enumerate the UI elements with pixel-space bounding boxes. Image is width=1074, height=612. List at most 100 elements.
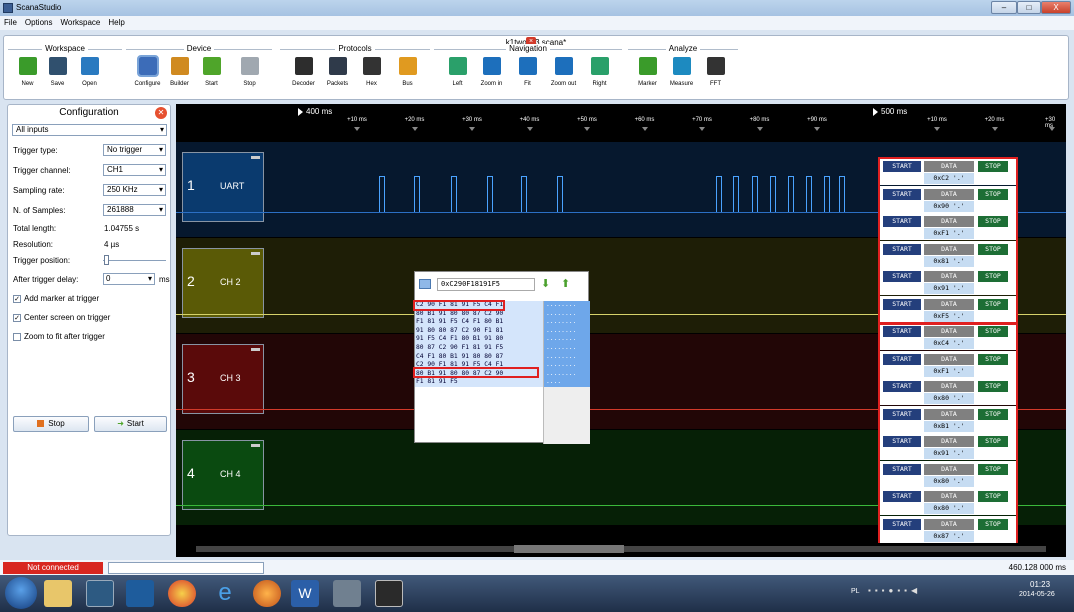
channel-number: 1 bbox=[187, 177, 195, 193]
scanastudio-taskbar-icon[interactable] bbox=[375, 580, 403, 607]
hex-row: 91 80 80 87 C2 90 F1 81 bbox=[415, 326, 543, 336]
configure-button[interactable]: Configure bbox=[132, 55, 163, 95]
inputs-select[interactable]: All inputs bbox=[12, 124, 167, 136]
left-button[interactable]: Left bbox=[442, 55, 473, 95]
add-marker-option[interactable]: ✓ Add marker at trigger bbox=[13, 294, 99, 303]
arrow-left-icon bbox=[448, 57, 467, 75]
menu-help[interactable]: Help bbox=[104, 16, 128, 29]
toolbar-button-label: Right bbox=[592, 81, 607, 87]
taskbar: e W PL ▪▪▪●▪▪◀ 01:23 2014-05-26 bbox=[0, 575, 1074, 612]
clock-date[interactable]: 2014-05-26 bbox=[1019, 591, 1055, 598]
time-tick-marker bbox=[584, 127, 590, 131]
save-button[interactable]: Save bbox=[42, 55, 73, 95]
fit-button[interactable]: Fit bbox=[512, 55, 543, 95]
app-icon bbox=[3, 3, 13, 13]
ie-icon[interactable]: e bbox=[211, 580, 239, 607]
trigger-channel-label: Trigger channel: bbox=[13, 166, 71, 175]
time-tick-marker bbox=[756, 127, 763, 131]
hex-address-field[interactable]: 0xC290F18191F5 bbox=[437, 278, 535, 291]
media-player-icon[interactable] bbox=[126, 580, 154, 607]
hex-up-arrow-icon[interactable]: ⬆ bbox=[561, 277, 570, 290]
add-marker-checkbox[interactable]: ✓ bbox=[13, 294, 21, 303]
packets-button[interactable]: Packets bbox=[322, 55, 353, 95]
hex-down-arrow-icon[interactable]: ⬇ bbox=[541, 277, 550, 290]
fft-button[interactable]: FFT bbox=[700, 55, 731, 95]
stop-button[interactable]: Stop bbox=[13, 416, 89, 432]
menu-workspace[interactable]: Workspace bbox=[56, 16, 104, 29]
group-label-navigation: Navigation bbox=[506, 44, 550, 53]
time-tick-label: +90 ms bbox=[807, 117, 827, 123]
stop-button[interactable]: Stop bbox=[234, 55, 265, 95]
firefox-icon[interactable] bbox=[253, 580, 281, 607]
hex-row: 80 87 C2 90 F1 81 91 F5 bbox=[415, 343, 543, 353]
toolbar-button-label: Open bbox=[82, 81, 97, 87]
channel-menu-icon[interactable] bbox=[251, 252, 260, 255]
arrow-right-icon bbox=[202, 57, 221, 75]
channel-label-2[interactable]: 2 CH 2 bbox=[182, 248, 264, 318]
ascii-row: ........ bbox=[544, 343, 590, 353]
hex-view-panel[interactable]: 0xC290F18191F5 ⬇ ⬆ C2 90 F1 81 91 F5 C4 … bbox=[413, 271, 590, 444]
channel-menu-icon[interactable] bbox=[251, 348, 260, 351]
scroll-thumb[interactable] bbox=[514, 545, 624, 553]
menu-options[interactable]: Options bbox=[21, 16, 57, 29]
after-delay-input[interactable]: 0 bbox=[103, 273, 155, 285]
time-tick-label: +10 ms bbox=[347, 117, 367, 123]
toolbar-button-label: Zoom in bbox=[480, 81, 503, 87]
sampling-rate-select[interactable]: 250 KHz bbox=[103, 184, 166, 196]
channel-label-3[interactable]: 3 CH 3 bbox=[182, 344, 264, 414]
ascii-row: ........ bbox=[544, 326, 590, 336]
trigger-type-label: Trigger type: bbox=[13, 146, 58, 155]
measure-button[interactable]: Measure bbox=[666, 55, 697, 95]
uart-pulse bbox=[451, 176, 457, 212]
trigger-type-select[interactable]: No trigger bbox=[103, 144, 166, 156]
channel-label-4[interactable]: 4 CH 4 bbox=[182, 440, 264, 510]
trigger-channel-select[interactable]: CH1 bbox=[103, 164, 166, 176]
time-tick-marker bbox=[469, 127, 475, 131]
zoom-in-button[interactable]: Zoom in bbox=[476, 55, 507, 95]
packets-icon bbox=[328, 57, 347, 75]
word-icon[interactable]: W bbox=[291, 580, 319, 607]
right-button[interactable]: Right bbox=[584, 55, 615, 95]
sampling-rate-label: Sampling rate: bbox=[13, 186, 65, 195]
explorer-icon[interactable] bbox=[44, 580, 72, 607]
time-tick-marker bbox=[526, 127, 533, 131]
zoom-fit-checkbox[interactable] bbox=[13, 332, 21, 341]
hex-button[interactable]: Hex bbox=[356, 55, 387, 95]
close-config-icon[interactable]: ✕ bbox=[155, 107, 167, 119]
zoom-out-button[interactable]: Zoom out bbox=[548, 55, 579, 95]
samples-select[interactable]: 261888 bbox=[103, 204, 166, 216]
start-menu-button[interactable] bbox=[5, 577, 37, 609]
open-button[interactable]: Open bbox=[74, 55, 105, 95]
clock-time[interactable]: 01:23 bbox=[1030, 580, 1050, 589]
minimize-button[interactable]: – bbox=[991, 1, 1017, 14]
uart-pulse bbox=[557, 176, 563, 212]
toolbar-button-label: Hex bbox=[366, 81, 377, 87]
language-indicator[interactable]: PL bbox=[851, 588, 860, 595]
menu-file[interactable]: File bbox=[0, 16, 21, 29]
center-screen-option[interactable]: ✓ Center screen on trigger bbox=[13, 313, 110, 322]
horizontal-scrollbar[interactable] bbox=[176, 543, 1066, 555]
tray-icons[interactable]: ▪▪▪●▪▪◀ bbox=[868, 586, 921, 595]
new-button[interactable]: New bbox=[12, 55, 43, 95]
group-label-workspace: Workspace bbox=[42, 44, 88, 53]
tool-icon[interactable] bbox=[333, 580, 361, 607]
close-button[interactable]: X bbox=[1041, 1, 1071, 14]
decoder-button[interactable]: Decoder bbox=[288, 55, 319, 95]
channel-menu-icon[interactable] bbox=[251, 156, 260, 159]
slider-handle[interactable] bbox=[104, 255, 109, 265]
channel-menu-icon[interactable] bbox=[251, 444, 260, 447]
zoom-fit-option[interactable]: Zoom to fit after trigger bbox=[13, 332, 105, 341]
chrome-icon[interactable] bbox=[168, 580, 196, 607]
uart-pulse bbox=[806, 176, 812, 212]
samples-label: N. of Samples: bbox=[13, 206, 66, 215]
taskbar-app-icon[interactable] bbox=[86, 580, 114, 607]
maximize-button[interactable]: □ bbox=[1017, 1, 1041, 14]
bus-button[interactable]: Bus bbox=[392, 55, 423, 95]
start-button[interactable]: Start bbox=[196, 55, 227, 95]
toolbar-button-label: Packets bbox=[326, 81, 349, 87]
trigger-position-slider[interactable] bbox=[103, 260, 166, 261]
start-button[interactable]: ➜ Start bbox=[94, 416, 167, 432]
center-screen-checkbox[interactable]: ✓ bbox=[13, 313, 21, 322]
builder-button[interactable]: Builder bbox=[164, 55, 195, 95]
marker-button[interactable]: Marker bbox=[632, 55, 663, 95]
